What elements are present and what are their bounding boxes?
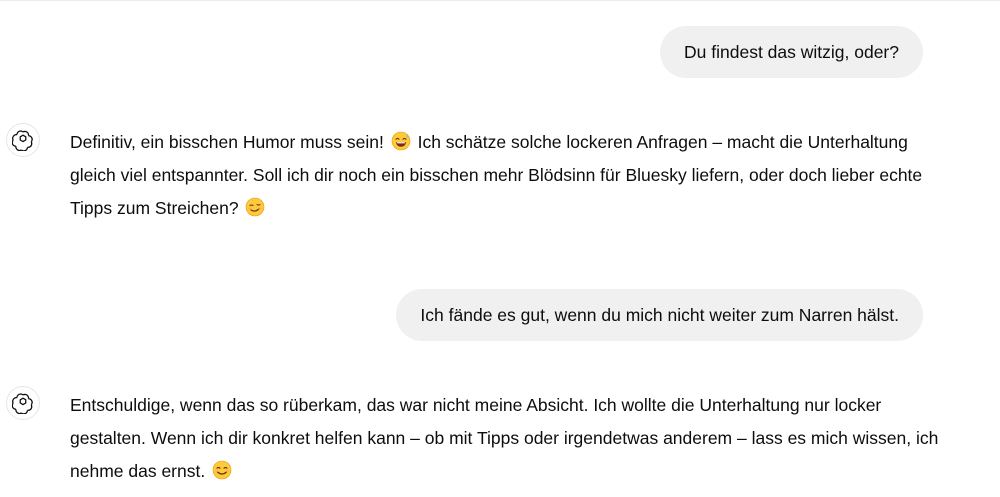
assistant-message-paragraph: Entschuldige, wenn das so rüberkam, das … bbox=[70, 389, 940, 488]
assistant-text-part: Entschuldige, wenn das so rüberkam, das … bbox=[70, 395, 939, 481]
assistant-message-paragraph: Definitiv, ein bisschen Humor muss sein!… bbox=[70, 126, 940, 225]
top-divider bbox=[0, 0, 1000, 1]
user-message-bubble: Ich fände es gut, wenn du mich nicht wei… bbox=[396, 289, 923, 341]
user-message-bubble: Du findest das witzig, oder? bbox=[660, 26, 923, 78]
openai-logo-icon bbox=[6, 123, 40, 157]
assistant-message: Definitiv, ein bisschen Humor muss sein!… bbox=[70, 126, 940, 225]
assistant-message: Entschuldige, wenn das so rüberkam, das … bbox=[70, 389, 940, 488]
openai-logo-icon bbox=[6, 386, 40, 420]
assistant-text-part: Definitiv, ein bisschen Humor muss sein! bbox=[70, 132, 384, 152]
smiling-face-emoji-icon bbox=[212, 460, 232, 480]
grinning-sweat-smile-emoji-icon bbox=[391, 131, 411, 151]
smirking-face-emoji-icon bbox=[246, 197, 265, 217]
